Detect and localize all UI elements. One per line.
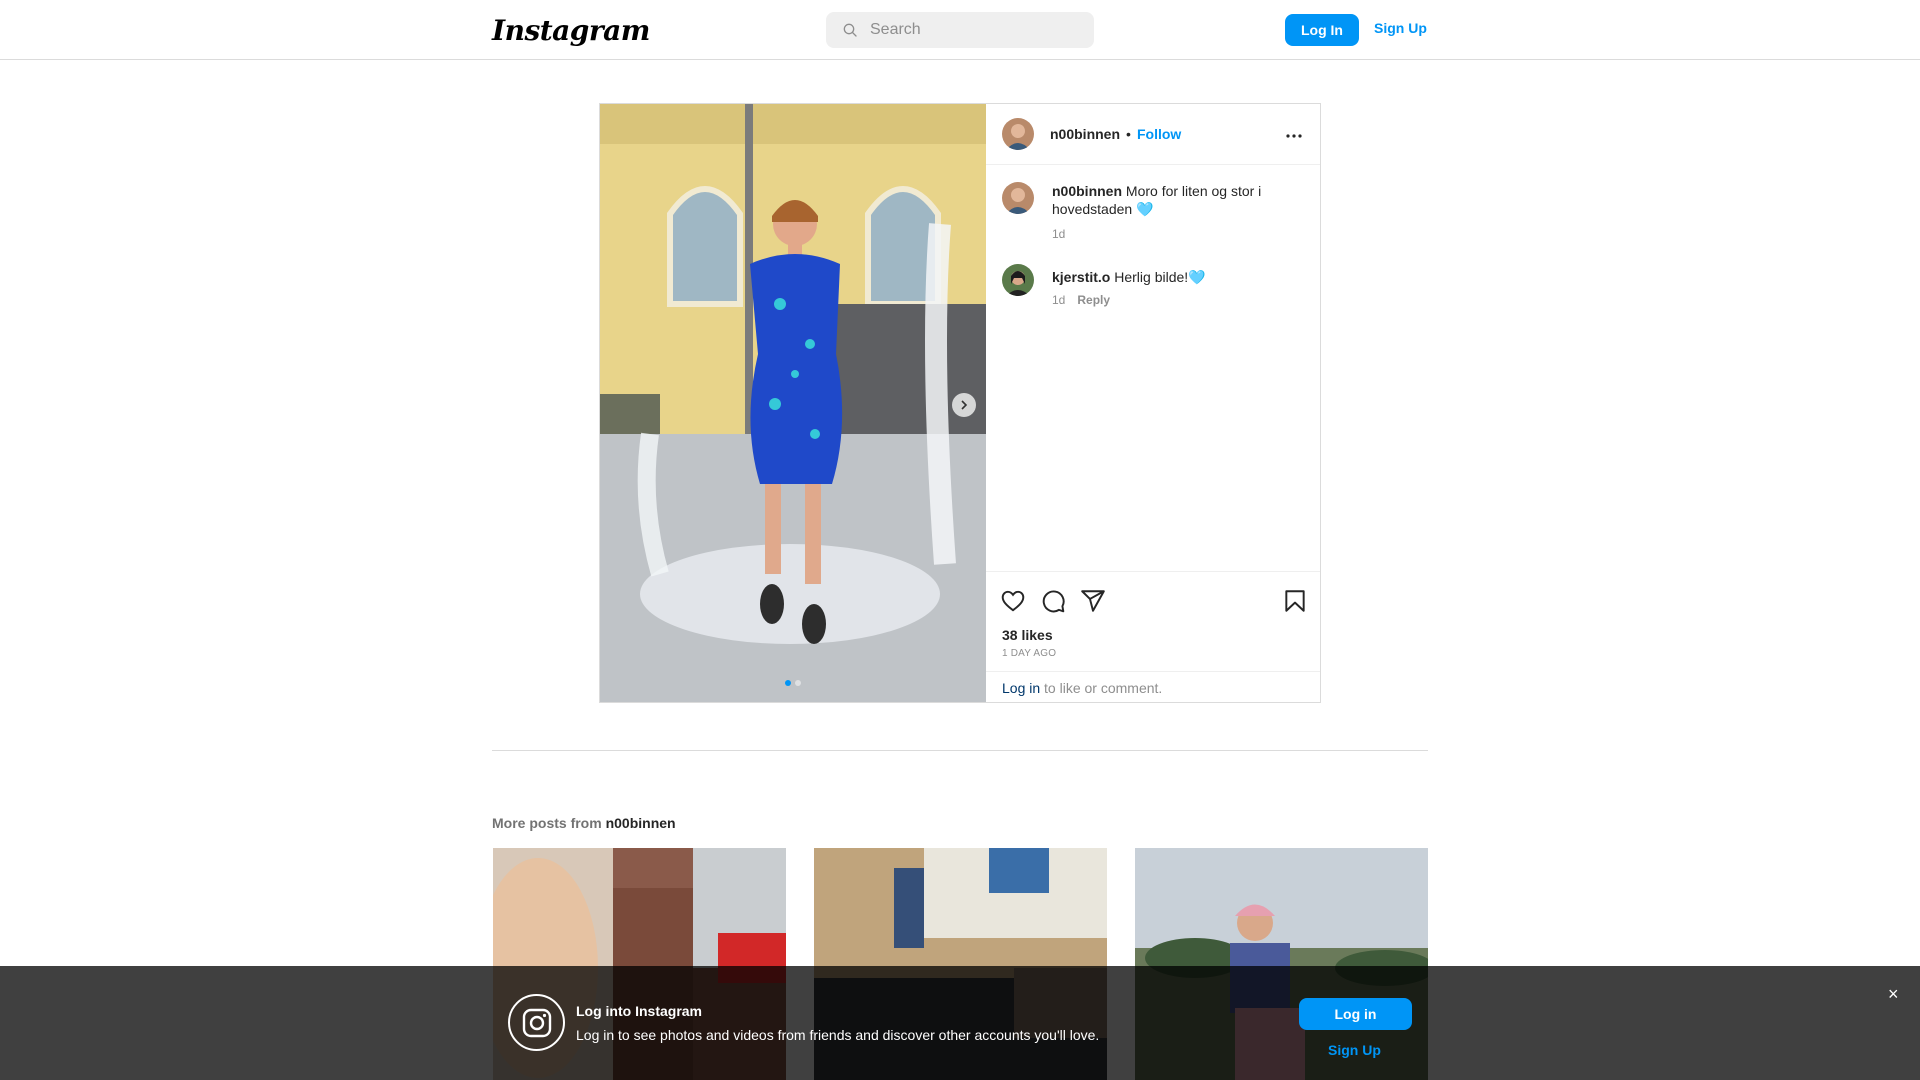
search-input[interactable] [870, 21, 1090, 39]
search-bar[interactable] [826, 12, 1094, 48]
heart-icon[interactable] [1000, 588, 1026, 614]
banner-title: Log into Instagram [576, 1003, 702, 1019]
login-link[interactable]: Log in [1002, 680, 1040, 696]
more-posts-heading: More posts from n00binnen [492, 815, 676, 831]
bookmark-icon[interactable] [1282, 588, 1308, 614]
more-options-icon[interactable] [1284, 128, 1304, 144]
post-sidebar: n00binnen • Follow n00binnen Moro for li… [986, 104, 1320, 702]
carousel-dot-active [785, 680, 791, 686]
signup-link[interactable]: Sign Up [1374, 20, 1427, 36]
comment-text: kjerstit.o Herlig bilde!🩵 [1052, 269, 1206, 285]
login-button[interactable]: Log In [1285, 14, 1359, 46]
carousel-dot [795, 680, 801, 686]
caption-text: n00binnen Moro for liten og stor i hoved… [1052, 183, 1262, 217]
top-navigation: Instagram Log In Sign Up [0, 0, 1920, 60]
avatar[interactable] [1002, 118, 1034, 150]
separator-dot: • [1126, 126, 1131, 142]
instagram-icon [508, 994, 565, 1051]
post-actions [986, 571, 1320, 621]
carousel-indicators [785, 680, 801, 686]
banner-login-button[interactable]: Log in [1299, 998, 1412, 1030]
divider [492, 750, 1428, 751]
more-posts-username[interactable]: n00binnen [606, 815, 676, 831]
banner-signup-link[interactable]: Sign Up [1328, 1042, 1381, 1058]
comment-icon[interactable] [1040, 588, 1066, 614]
post-timestamp: 1 DAY AGO [1002, 648, 1057, 659]
reply-button[interactable]: Reply [1077, 293, 1110, 307]
search-icon [843, 23, 857, 37]
login-banner: Log into Instagram Log in to see photos … [0, 966, 1920, 1080]
post-header: n00binnen • Follow [986, 104, 1320, 165]
likes-count[interactable]: 38 likes [1002, 627, 1053, 643]
avatar[interactable] [1002, 264, 1034, 296]
comment-item: kjerstit.o Herlig bilde!🩵 1d Reply [986, 264, 1320, 324]
login-prompt: Log in to like or comment. [986, 671, 1320, 702]
follow-button[interactable]: Follow [1137, 126, 1181, 142]
caption: n00binnen Moro for liten og stor i hoved… [986, 182, 1320, 252]
post-photo [600, 104, 986, 702]
banner-subtitle: Log in to see photos and videos from fri… [576, 1027, 1100, 1043]
comment-username[interactable]: kjerstit.o [1052, 269, 1110, 285]
close-icon[interactable]: × [1888, 984, 1899, 1005]
share-icon[interactable] [1080, 588, 1106, 614]
caption-time: 1d [1052, 227, 1066, 241]
caption-username[interactable]: n00binnen [1052, 183, 1122, 199]
comment-meta: 1d Reply [1052, 293, 1110, 307]
chevron-right-icon [961, 400, 968, 410]
avatar[interactable] [1002, 182, 1034, 214]
carousel-next-button[interactable] [952, 393, 976, 417]
post-media[interactable] [600, 104, 986, 702]
post-author-username[interactable]: n00binnen [1050, 126, 1120, 142]
post-card: n00binnen • Follow n00binnen Moro for li… [599, 103, 1321, 703]
instagram-logo[interactable]: Instagram [492, 14, 650, 47]
comment-time: 1d [1052, 293, 1066, 307]
